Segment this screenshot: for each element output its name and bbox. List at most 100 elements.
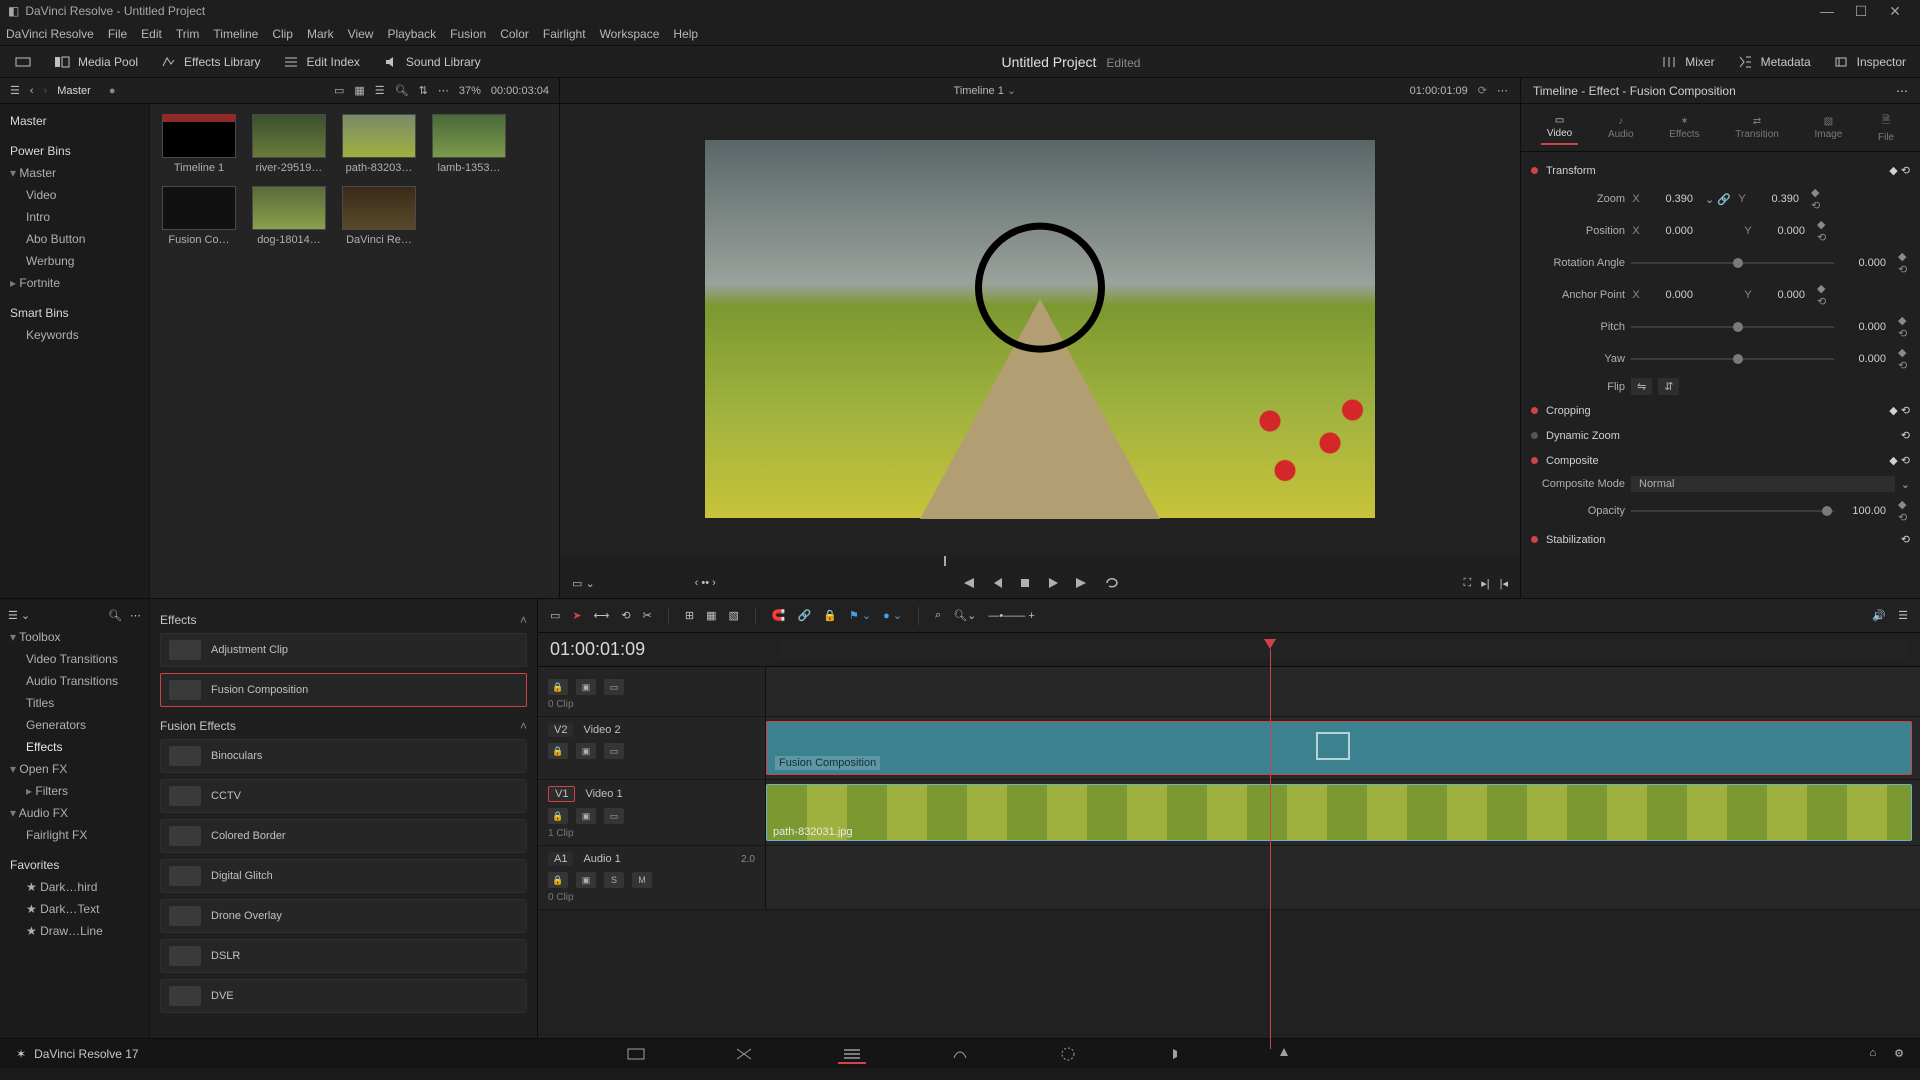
menu-fairlight[interactable]: Fairlight (543, 27, 586, 41)
composite-mode-select[interactable]: Normal (1631, 476, 1895, 492)
a1-lock-icon[interactable]: 🔒 (548, 872, 568, 888)
cat-generators[interactable]: Generators (8, 714, 141, 736)
fav-1[interactable]: ★ Dark…hird (8, 876, 141, 898)
tool-zoomslider[interactable]: —•—— + (988, 610, 1034, 622)
clip-path-image[interactable]: path-832031.jpg (766, 784, 1912, 841)
track-id-v2[interactable]: V2 (548, 723, 573, 737)
stop-button[interactable] (1018, 576, 1032, 590)
flip-v-button[interactable]: ⇵ (1658, 378, 1679, 395)
menu-davinci[interactable]: DaVinci Resolve (6, 27, 94, 41)
tool-flag-icon[interactable]: ⚑ ⌄ (849, 609, 871, 622)
tool-marker-icon[interactable]: ● ⌄ (883, 609, 902, 622)
cat-effects[interactable]: Effects (8, 736, 141, 758)
clip-dog[interactable]: dog-18014… (250, 186, 328, 246)
go-to-in-icon[interactable]: ▸| (1481, 577, 1489, 590)
step-back-button[interactable] (990, 576, 1004, 590)
next-clip-button[interactable] (1074, 576, 1090, 590)
yaw-field[interactable]: 0.000 (1840, 353, 1892, 365)
track-name-v1[interactable]: Video 1 (585, 788, 622, 800)
bin-master[interactable]: ▾ Master (8, 162, 141, 184)
tool-zoom-menu-icon[interactable]: 🔍︎⌄ (953, 609, 976, 622)
menu-timeline[interactable]: Timeline (213, 27, 258, 41)
tool-snap-icon[interactable]: 🧲 (772, 609, 786, 622)
menu-workspace[interactable]: Workspace (600, 27, 660, 41)
track-disable-icon[interactable]: ▭ (604, 679, 624, 695)
smart-bins-header[interactable]: Smart Bins (8, 302, 141, 324)
opacity-slider[interactable] (1631, 510, 1834, 512)
edit-index-button[interactable]: Edit Index (283, 55, 360, 69)
media-pool-button[interactable]: Media Pool (54, 55, 138, 69)
tab-effects[interactable]: ✶Effects (1663, 112, 1705, 144)
viewer-scrubber[interactable] (560, 554, 1520, 568)
bin-keywords[interactable]: Keywords (8, 324, 141, 346)
timeline-timecode[interactable]: 01:00:01:09 (550, 639, 645, 660)
v1-lock-icon[interactable]: 🔒 (548, 808, 568, 824)
menu-edit[interactable]: Edit (141, 27, 162, 41)
sound-library-button[interactable]: Sound Library (382, 55, 481, 69)
tool-trim-icon[interactable]: ⟷ (594, 609, 610, 622)
cat-filters[interactable]: ▸ Filters (8, 780, 141, 802)
clip-fusion[interactable]: Fusion Co… (160, 186, 238, 246)
viewer-mode-icon[interactable]: ▭ ⌄ (572, 577, 595, 590)
fx-cctv[interactable]: CCTV (160, 779, 527, 813)
track-id-v1[interactable]: V1 (548, 786, 575, 802)
bin-abo[interactable]: Abo Button (8, 228, 141, 250)
fx-digital-glitch[interactable]: Digital Glitch (160, 859, 527, 893)
clip-path[interactable]: path-83203… (340, 114, 418, 174)
tab-video[interactable]: ▭Video (1541, 111, 1578, 145)
viewer-dropdown-icon[interactable]: ⌄ (1007, 85, 1016, 97)
quick-export-button[interactable] (14, 55, 32, 69)
clip-river[interactable]: river-29519… (250, 114, 328, 174)
nav-back-icon[interactable]: ‹ (30, 85, 34, 97)
link-icon[interactable]: ⌄ 🔗 (1705, 193, 1731, 206)
yaw-slider[interactable] (1631, 358, 1834, 360)
group-effects[interactable]: Effects˄ (160, 607, 527, 633)
a1-autoselect-icon[interactable]: ▣ (576, 872, 596, 888)
loop-button[interactable] (1104, 576, 1120, 590)
tool-lock-icon[interactable]: 🔒 (823, 609, 837, 622)
page-fusion[interactable] (946, 1044, 974, 1064)
fx-fusion-composition[interactable]: Fusion Composition (160, 673, 527, 707)
fx-dve[interactable]: DVE (160, 979, 527, 1013)
tab-file[interactable]: 🗎File (1872, 109, 1900, 147)
section-composite[interactable]: Composite◆ ⟲ (1531, 448, 1910, 473)
fx-adjustment-clip[interactable]: Adjustment Clip (160, 633, 527, 667)
menu-mark[interactable]: Mark (307, 27, 334, 41)
prev-clip-button[interactable] (960, 576, 976, 590)
timeline-ruler[interactable] (778, 639, 1908, 659)
breadcrumb-master[interactable]: Master (57, 85, 91, 97)
bypass-fx-icon[interactable]: ⟳ (1478, 84, 1487, 97)
tab-transition[interactable]: ⇄Transition (1729, 112, 1785, 144)
anchor-x-field[interactable]: 0.000 (1647, 289, 1699, 301)
grid-view-icon[interactable]: ▦ (354, 84, 364, 97)
viewer-title[interactable]: Timeline 1 (954, 85, 1004, 97)
bin-werbung[interactable]: Werbung (8, 250, 141, 272)
favorites-header[interactable]: Favorites (8, 854, 141, 876)
inspector-button[interactable]: Inspector (1833, 55, 1906, 69)
fx-binoculars[interactable]: Binoculars (160, 739, 527, 773)
list-view-icon[interactable]: ☰ (375, 84, 385, 97)
tool-view-icon[interactable]: ▭ (550, 609, 560, 622)
cat-openfx[interactable]: ▾ Open FX (8, 758, 141, 780)
tool-zoombox-icon[interactable]: ⌕ (935, 609, 941, 622)
opacity-field[interactable]: 100.00 (1840, 505, 1892, 517)
pos-x-field[interactable]: 0.000 (1647, 225, 1699, 237)
section-dynamic-zoom[interactable]: Dynamic Zoom⟲ (1531, 423, 1910, 448)
track-name-v2[interactable]: Video 2 (583, 724, 620, 736)
v1-autoselect-icon[interactable]: ▣ (576, 808, 596, 824)
viewer-canvas[interactable] (560, 104, 1520, 554)
full-screen-icon[interactable]: ⛶ (1464, 577, 1472, 590)
v1-disable-icon[interactable]: ▭ (604, 808, 624, 824)
tool-dynamic-trim-icon[interactable]: ⟲ (621, 609, 630, 622)
inspector-options-icon[interactable]: ⋯ (1896, 84, 1908, 98)
project-settings-button[interactable]: ⚙ (1894, 1047, 1904, 1060)
group-fusion-effects[interactable]: Fusion Effects˄ (160, 713, 527, 739)
cat-audio-transitions[interactable]: Audio Transitions (8, 670, 141, 692)
zoom-percent[interactable]: 37% (459, 85, 481, 97)
anchor-y-field[interactable]: 0.000 (1759, 289, 1811, 301)
viewer-timecode[interactable]: 01:00:01:09 (1410, 85, 1468, 97)
tool-overwrite-icon[interactable]: ▦ (706, 609, 716, 622)
fx-search-icon[interactable]: 🔍︎ (108, 609, 122, 622)
v2-lock-icon[interactable]: 🔒 (548, 743, 568, 759)
track-name-a1[interactable]: Audio 1 (583, 853, 620, 865)
